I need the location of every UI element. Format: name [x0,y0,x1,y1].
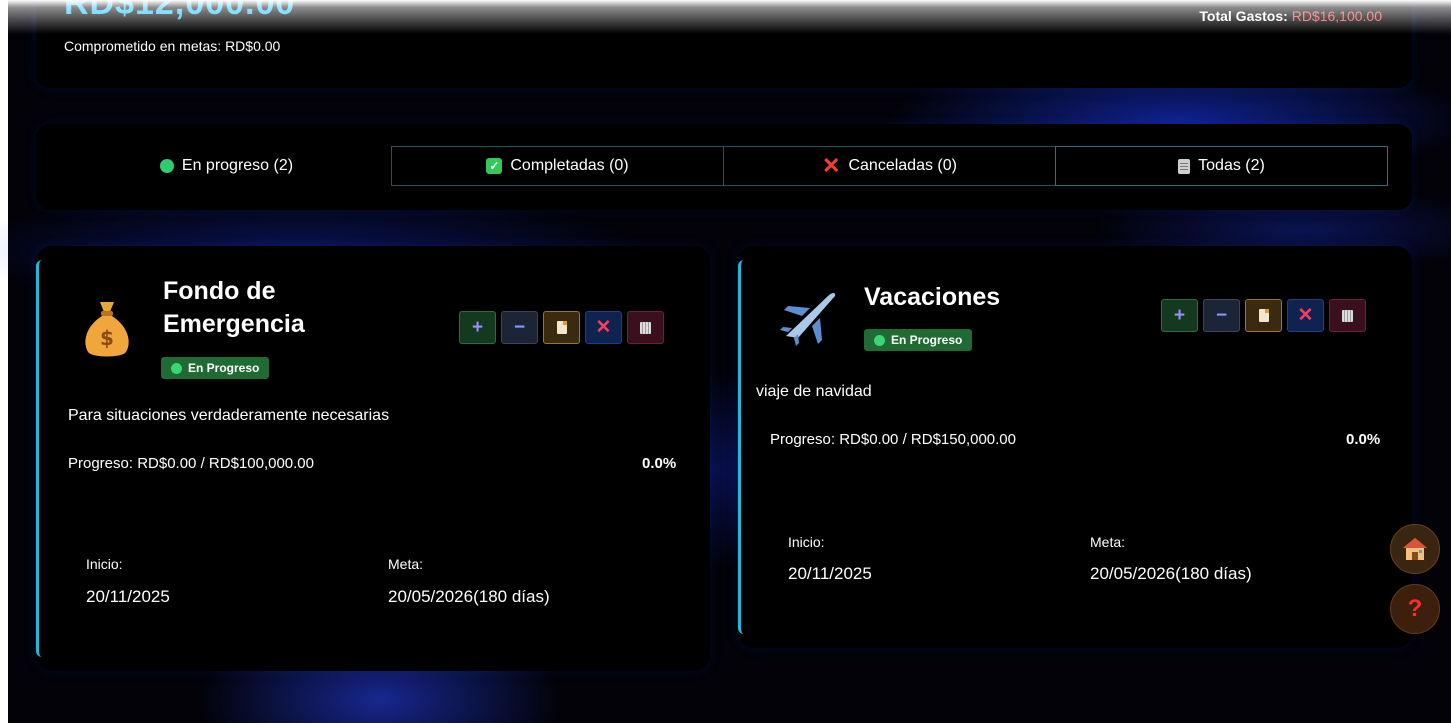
goal-title-line: Fondo de [163,277,276,305]
goal-actions: + − ✕ [1161,299,1366,332]
progress-percent: 0.0% [1346,431,1381,448]
progress-text: Progreso: RD$0.00 / RD$150,000.00 [770,431,1016,448]
green-dot-icon [874,334,885,346]
withdraw-funds-button[interactable]: − [1203,299,1240,332]
withdraw-funds-button[interactable]: − [501,311,538,344]
goal-title: Fondo de Emergencia [163,275,305,341]
airplane-icon [780,293,836,346]
delete-goal-button[interactable] [627,311,664,344]
add-funds-button[interactable]: + [459,311,496,344]
cancel-goal-button[interactable]: ✕ [1287,299,1324,332]
total-expenses: Total Gastos: RD$16,100.00 [1199,8,1382,24]
document-icon [1258,309,1269,322]
goal-title: Vacaciones [864,283,1001,311]
filter-tabs: En progreso (2) ✓ Completadas (0) ✕ Canc… [36,124,1412,210]
card-accent-edge [738,260,744,634]
start-date: 20/11/2025 [788,564,872,583]
start-label: Inicio: [788,534,825,550]
details-button[interactable] [1245,299,1282,332]
goal-description: viaje de navidad [756,383,872,400]
status-label: En Progreso [891,333,963,347]
house-icon [1403,538,1427,560]
green-dot-icon [171,362,182,374]
check-box-icon: ✓ [486,158,503,174]
tab-all[interactable]: Todas (2) [1055,146,1388,186]
goal-card: $ Fondo de Emergencia En Progreso + − ✕ … [36,246,710,671]
status-badge: En Progreso [161,357,270,379]
total-expenses-value: RD$16,100.00 [1291,8,1382,24]
green-dot-icon [159,159,174,173]
clipboard-icon [1178,158,1191,174]
target-label: Meta: [1090,534,1126,550]
progress-text: Progreso: RD$0.00 / RD$100,000.00 [68,455,314,472]
tab-completed[interactable]: ✓ Completadas (0) [391,146,724,186]
start-date: 20/11/2025 [86,587,170,606]
help-button[interactable]: ? [1390,584,1440,634]
goal-actions: + − ✕ [459,311,664,344]
summary-card: RD$12,000.00 Comprometido en metas: RD$0… [36,0,1412,88]
home-button[interactable] [1390,524,1440,574]
progress-percent: 0.0% [642,455,677,472]
x-mark-icon: ✕ [822,153,841,178]
goal-card: Vacaciones En Progreso + − ✕ viaje de na… [738,246,1412,648]
goal-description: Para situaciones verdaderamente necesari… [68,407,390,424]
details-button[interactable] [543,311,580,344]
balance-amount: RD$12,000.00 [64,0,296,22]
tab-label: Completadas (0) [510,157,629,174]
question-mark-icon: ? [1407,595,1423,622]
card-accent-edge [36,260,42,657]
start-label: Inicio: [86,556,123,572]
cancel-goal-button[interactable]: ✕ [585,311,622,344]
status-label: En Progreso [188,361,260,375]
tab-in-progress[interactable]: En progreso (2) [60,146,393,186]
money-bag-icon: $ [85,302,129,357]
add-funds-button[interactable]: + [1161,299,1198,332]
target-date: 20/05/2026(180 días) [388,587,550,606]
tab-label: En progreso (2) [181,157,294,174]
trash-icon [1342,309,1353,322]
goal-title-line: Emergencia [163,310,305,338]
tab-label: Canceladas (0) [848,157,957,174]
svg-text:$: $ [100,326,114,350]
total-expenses-label: Total Gastos: [1199,8,1288,24]
trash-icon [640,321,651,334]
document-icon [556,321,567,334]
tab-cancelled[interactable]: ✕ Canceladas (0) [723,146,1056,186]
status-badge: En Progreso [864,329,973,351]
tab-label: Todas (2) [1198,157,1265,174]
target-date: 20/05/2026(180 días) [1090,564,1252,583]
committed-text: Comprometido en metas: RD$0.00 [64,38,281,54]
target-label: Meta: [388,556,424,572]
delete-goal-button[interactable] [1329,299,1366,332]
